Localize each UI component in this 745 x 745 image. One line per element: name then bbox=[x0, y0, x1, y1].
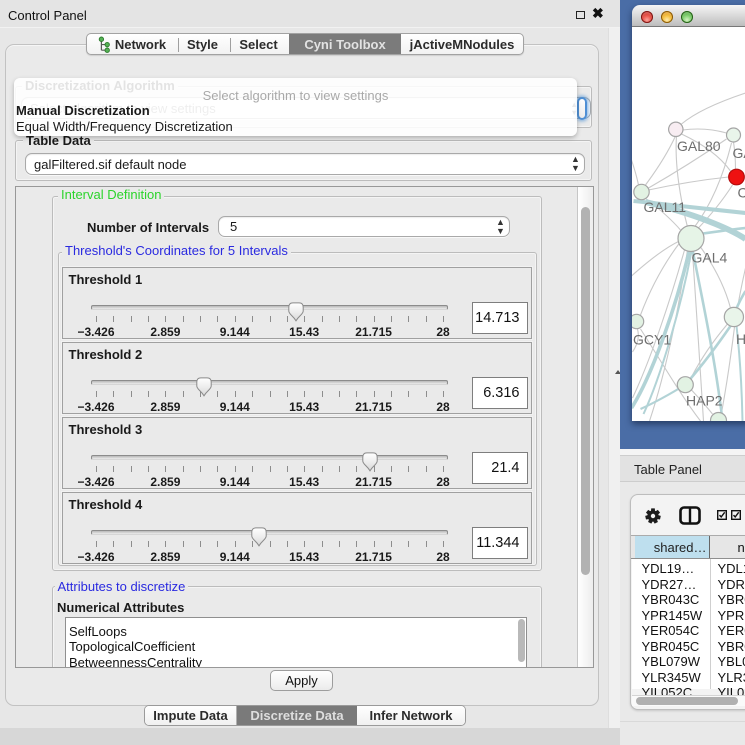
svg-text:GAL: GAL bbox=[732, 145, 745, 161]
svg-text:GAL80: GAL80 bbox=[677, 138, 721, 154]
svg-text:HA: HA bbox=[736, 331, 745, 347]
svg-text:GCY1: GCY1 bbox=[633, 332, 671, 348]
svg-text:CR: CR bbox=[737, 185, 745, 201]
svg-text:GAL4: GAL4 bbox=[691, 250, 727, 266]
svg-text:HAP2: HAP2 bbox=[686, 393, 723, 409]
svg-text:GAL11: GAL11 bbox=[643, 199, 686, 215]
